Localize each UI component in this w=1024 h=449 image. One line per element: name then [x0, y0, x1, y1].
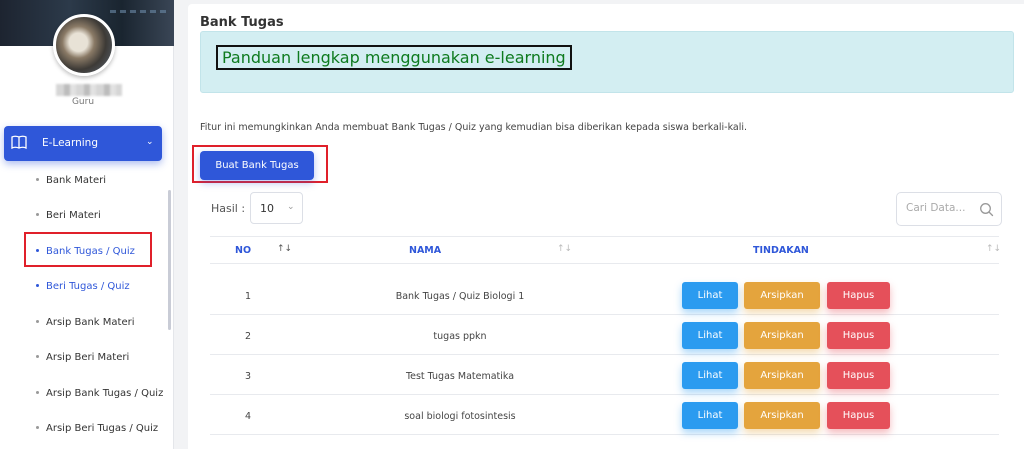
sidebar-item-arsip-bank-materi[interactable]: Arsip Bank Materi	[36, 317, 134, 328]
sidebar-item-label: Arsip Bank Tugas / Quiz	[46, 388, 164, 399]
sort-icon[interactable]: ↑↓	[986, 244, 1001, 254]
archive-button[interactable]: Arsipkan	[744, 402, 820, 429]
main-card: Bank Tugas Panduan lengkap menggunakan e…	[188, 4, 1024, 449]
row-number: 1	[245, 291, 252, 302]
page-size-label: Hasil :	[211, 202, 246, 215]
sidebar-menu-label: E-Learning	[42, 137, 99, 149]
row-number: 4	[245, 411, 252, 422]
table-row: 1 Bank Tugas / Quiz Biologi 1 Lihat Arsi…	[210, 275, 999, 315]
search-icon[interactable]	[979, 202, 994, 217]
table-row: 2 tugas ppkn Lihat Arsipkan Hapus	[210, 315, 999, 355]
row-number: 2	[245, 331, 252, 342]
row-name: Bank Tugas / Quiz Biologi 1	[395, 291, 525, 302]
sidebar-item-label: Arsip Beri Materi	[46, 352, 130, 363]
bullet-icon	[36, 283, 39, 287]
bullet-icon	[36, 212, 39, 216]
view-button[interactable]: Lihat	[682, 362, 738, 389]
column-header-no[interactable]: NO	[235, 245, 251, 256]
delete-button[interactable]: Hapus	[827, 402, 890, 429]
sidebar-item-beri-materi[interactable]: Beri Materi	[36, 210, 101, 221]
table-row: 3 Test Tugas Matematika Lihat Arsipkan H…	[210, 355, 999, 395]
archive-button[interactable]: Arsipkan	[744, 282, 820, 309]
guide-link[interactable]: Panduan lengkap menggunakan e-learning	[216, 45, 572, 70]
sidebar-item-beri-tugas-quiz[interactable]: Beri Tugas / Quiz	[36, 281, 130, 292]
book-icon	[11, 135, 27, 149]
page-size-select[interactable]: 10 ⌄	[250, 192, 303, 224]
sidebar-item-label: Arsip Beri Tugas / Quiz	[46, 423, 159, 434]
highlight-box	[24, 232, 152, 267]
sidebar-scrollbar[interactable]	[168, 190, 171, 330]
column-header-nama[interactable]: NAMA	[409, 245, 441, 256]
avatar[interactable]	[53, 14, 115, 76]
bullet-icon	[36, 390, 39, 394]
delete-button[interactable]: Hapus	[827, 282, 890, 309]
sidebar-item-label: Beri Materi	[46, 210, 101, 221]
sidebar-item-label: Arsip Bank Materi	[46, 317, 135, 328]
sort-icon[interactable]: ↑↓	[277, 244, 292, 254]
page-size-value: 10	[260, 202, 274, 215]
bullet-icon	[36, 425, 39, 429]
view-button[interactable]: Lihat	[682, 322, 738, 349]
search-input[interactable]	[906, 202, 974, 214]
archive-button[interactable]: Arsipkan	[744, 362, 820, 389]
row-name: Test Tugas Matematika	[405, 371, 515, 382]
table-header: NO ↑↓ NAMA ↑↓ TINDAKAN ↑↓	[210, 236, 1001, 264]
delete-button[interactable]: Hapus	[827, 362, 890, 389]
sidebar-item-label: Bank Materi	[46, 175, 107, 186]
sidebar-item-arsip-beri-materi[interactable]: Arsip Beri Materi	[36, 352, 129, 363]
sidebar-item-label: Beri Tugas / Quiz	[46, 281, 130, 292]
row-name: soal biologi fotosintesis	[404, 411, 516, 422]
column-header-tindakan[interactable]: TINDAKAN	[753, 245, 809, 256]
row-name: tugas ppkn	[433, 331, 487, 342]
chevron-down-icon: ⌄	[287, 202, 295, 212]
sidebar-item-bank-materi[interactable]: Bank Materi	[36, 175, 106, 186]
search-box[interactable]	[896, 192, 1002, 226]
sidebar-menu-elearning[interactable]: E-Learning ⌄	[4, 126, 162, 161]
sidebar: Guru E-Learning ⌄ Bank Materi Beri Mater…	[0, 0, 174, 449]
user-role: Guru	[71, 97, 95, 107]
view-button[interactable]: Lihat	[682, 402, 738, 429]
page-description: Fitur ini memungkinkan Anda membuat Bank…	[200, 122, 748, 133]
create-bank-tugas-button[interactable]: Buat Bank Tugas	[200, 151, 314, 180]
delete-button[interactable]: Hapus	[827, 322, 890, 349]
table-row: 4 soal biologi fotosintesis Lihat Arsipk…	[210, 395, 999, 435]
page-title: Bank Tugas	[200, 15, 284, 30]
bullet-icon	[36, 177, 39, 181]
bullet-icon	[36, 354, 39, 358]
sidebar-item-arsip-bank-tugas-quiz[interactable]: Arsip Bank Tugas / Quiz	[36, 388, 163, 399]
guide-alert: Panduan lengkap menggunakan e-learning	[200, 31, 1014, 93]
row-number: 3	[245, 371, 252, 382]
chevron-down-icon: ⌄	[146, 137, 154, 147]
sort-icon[interactable]: ↑↓	[557, 244, 572, 254]
view-button[interactable]: Lihat	[682, 282, 738, 309]
user-name-blurred	[56, 84, 122, 96]
archive-button[interactable]: Arsipkan	[744, 322, 820, 349]
sidebar-item-arsip-beri-tugas-quiz[interactable]: Arsip Beri Tugas / Quiz	[36, 423, 158, 434]
bullet-icon	[36, 319, 39, 323]
